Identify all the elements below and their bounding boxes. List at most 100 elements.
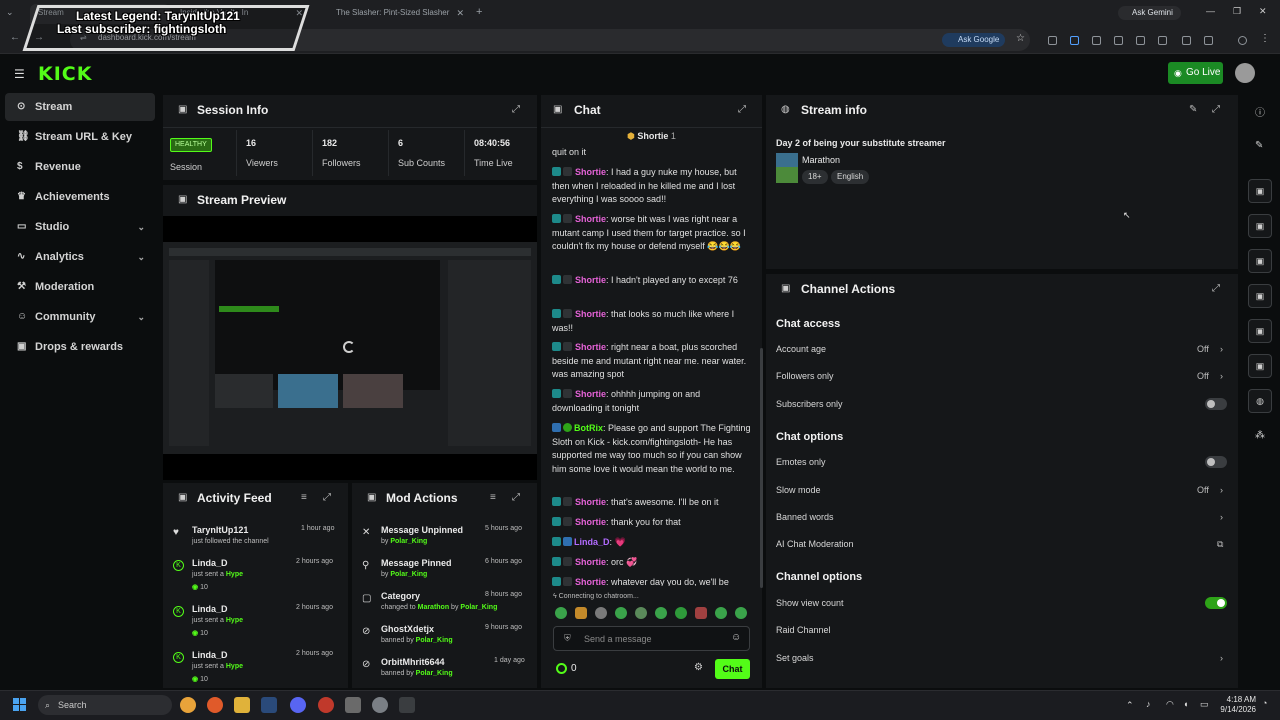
ask-google-button[interactable]: Ask Google	[942, 33, 1006, 47]
filter-icon[interactable]: ≡	[490, 492, 496, 503]
activity-user[interactable]: TarynItUp121	[192, 525, 248, 535]
sidebar-item-stream-url-key[interactable]: ⛓ Stream URL & Key	[5, 123, 155, 151]
emote-icon[interactable]	[695, 607, 707, 619]
pinned-user-banner[interactable]: ⬢ Shortie 1	[627, 131, 676, 142]
microphone-icon[interactable]: ♪	[1146, 699, 1151, 709]
sidebar-item-community[interactable]: ☺ Community ⌄	[5, 303, 155, 331]
chat-username[interactable]: Shortie	[575, 275, 606, 285]
points-icon[interactable]	[556, 663, 567, 674]
app-icon[interactable]	[318, 697, 334, 713]
emotes-only-toggle[interactable]	[1205, 456, 1227, 468]
sidebar-item-moderation[interactable]: ⚒ Moderation	[5, 273, 155, 301]
firefox-icon[interactable]	[207, 697, 223, 713]
sidebar-item-achievements[interactable]: ♛ Achievements	[5, 183, 155, 211]
tab-slasher[interactable]: The Slasher: Pint-Sized Slasher ✕	[328, 4, 468, 24]
chat-username[interactable]: Shortie	[575, 309, 606, 319]
rail-activity-button[interactable]: ▣	[1248, 249, 1272, 273]
extension-icon[interactable]	[1158, 36, 1167, 45]
sidebar-item-drops-rewards[interactable]: ▣ Drops & rewards	[5, 333, 155, 361]
expand-icon[interactable]: ⤢	[1212, 283, 1220, 294]
emote-icon[interactable]	[735, 607, 747, 619]
emote-icon[interactable]	[675, 607, 687, 619]
chat-username[interactable]: Shortie	[575, 214, 606, 224]
chat-username[interactable]: Shortie	[575, 517, 606, 527]
sidebar-item-stream[interactable]: ⊙ Stream	[5, 93, 155, 121]
edit-icon[interactable]: ✎	[1189, 104, 1197, 115]
chat-username[interactable]: Shortie	[575, 342, 606, 352]
sidebar-item-studio[interactable]: ▭ Studio ⌄	[5, 213, 155, 241]
restore-icon[interactable]: ❐	[1233, 6, 1241, 17]
profile-icon[interactable]	[1238, 36, 1247, 45]
chat-input[interactable]: ⛨ Send a message ☺	[553, 626, 750, 651]
taskbar-clock[interactable]: 4:18 AM 9/14/2026	[1218, 695, 1256, 715]
expand-icon[interactable]: ⤢	[512, 104, 520, 115]
app-icon[interactable]	[345, 697, 361, 713]
gear-icon[interactable]: ⚙	[694, 662, 703, 673]
hamburger-menu-icon[interactable]: ☰	[14, 67, 25, 81]
rail-preview-button[interactable]: ▣	[1248, 214, 1272, 238]
expand-icon[interactable]: ⤢	[512, 492, 520, 503]
back-arrow-icon[interactable]: ←	[10, 32, 20, 43]
chat-scrollbar[interactable]	[760, 348, 763, 588]
battery-icon[interactable]: ▭	[1200, 699, 1209, 710]
settings-icon[interactable]	[372, 697, 388, 713]
moderator-name[interactable]: Polar_King	[390, 571, 427, 578]
info-icon[interactable]: ⓘ	[1255, 104, 1265, 119]
send-chat-button[interactable]: Chat	[715, 659, 750, 679]
extension-icon[interactable]	[1092, 36, 1101, 45]
stream-preview-video[interactable]	[163, 216, 537, 480]
minimize-icon[interactable]: —	[1206, 6, 1215, 16]
chat-username[interactable]: Shortie	[575, 389, 606, 399]
show-view-count-toggle[interactable]	[1205, 597, 1227, 609]
moderator-name[interactable]: Polar_King	[416, 670, 453, 677]
puzzle-icon[interactable]	[1204, 36, 1213, 45]
emoji-icon[interactable]: ☺	[731, 632, 741, 643]
activity-user[interactable]: Linda_D	[192, 604, 228, 614]
emote-icon[interactable]	[555, 607, 567, 619]
category-name[interactable]: Marathon	[418, 604, 450, 611]
wifi-icon[interactable]: ◠	[1166, 699, 1174, 710]
chat-username[interactable]: Shortie	[575, 497, 606, 507]
discord-icon[interactable]	[290, 697, 306, 713]
emote-icon[interactable]	[575, 607, 587, 619]
volume-icon[interactable]: ◖	[1183, 699, 1188, 709]
go-live-button[interactable]: ◉ Go Live	[1168, 62, 1223, 84]
emote-icon[interactable]	[715, 607, 727, 619]
taskbar-search[interactable]: ⌕ Search	[38, 695, 172, 715]
chat-username[interactable]: Shortie	[575, 577, 606, 586]
tray-chevron-icon[interactable]: ⌃	[1126, 700, 1134, 711]
moderator-name[interactable]: Polar_King	[416, 637, 453, 644]
chat-username[interactable]: Shortie	[575, 557, 606, 567]
emote-icon[interactable]	[615, 607, 627, 619]
moderator-name[interactable]: Polar_King	[390, 538, 427, 545]
chat-username[interactable]: Linda_D	[574, 537, 610, 547]
extension-icon[interactable]	[1048, 36, 1057, 45]
extension-icon[interactable]	[1070, 36, 1079, 45]
rail-info-button[interactable]: ◍	[1248, 389, 1272, 413]
emote-icon[interactable]	[655, 607, 667, 619]
new-tab-button[interactable]: +	[476, 6, 482, 18]
app-icon[interactable]	[399, 697, 415, 713]
rail-actions-button[interactable]: ▣	[1248, 354, 1272, 378]
expand-icon[interactable]: ⤢	[738, 104, 746, 115]
sidebar-item-revenue[interactable]: $ Revenue	[5, 153, 155, 181]
chat-username[interactable]: BotRix	[574, 423, 603, 433]
sidebar-item-analytics[interactable]: ∿ Analytics ⌄	[5, 243, 155, 271]
activity-user[interactable]: Linda_D	[192, 558, 228, 568]
rail-mod-button[interactable]: ▣	[1248, 319, 1272, 343]
emote-icon[interactable]	[635, 607, 647, 619]
rail-chat-button[interactable]: ▣	[1248, 284, 1272, 308]
raid-channel-button[interactable]: Raid Channel	[776, 625, 831, 635]
windows-start-icon[interactable]	[13, 698, 27, 712]
category-name[interactable]: Marathon	[802, 155, 840, 165]
kick-logo[interactable]: KICK	[38, 63, 92, 85]
steam-icon[interactable]	[261, 697, 277, 713]
close-icon[interactable]: ✕	[456, 4, 464, 22]
expand-icon[interactable]: ⤢	[323, 492, 331, 503]
bookmark-star-icon[interactable]: ☆	[1016, 33, 1025, 44]
subscribers-only-toggle[interactable]	[1205, 398, 1227, 410]
avatar[interactable]	[1235, 63, 1255, 83]
extension-icon[interactable]	[1114, 36, 1123, 45]
chat-username[interactable]: Shortie	[575, 167, 606, 177]
extension-icon[interactable]	[1136, 36, 1145, 45]
